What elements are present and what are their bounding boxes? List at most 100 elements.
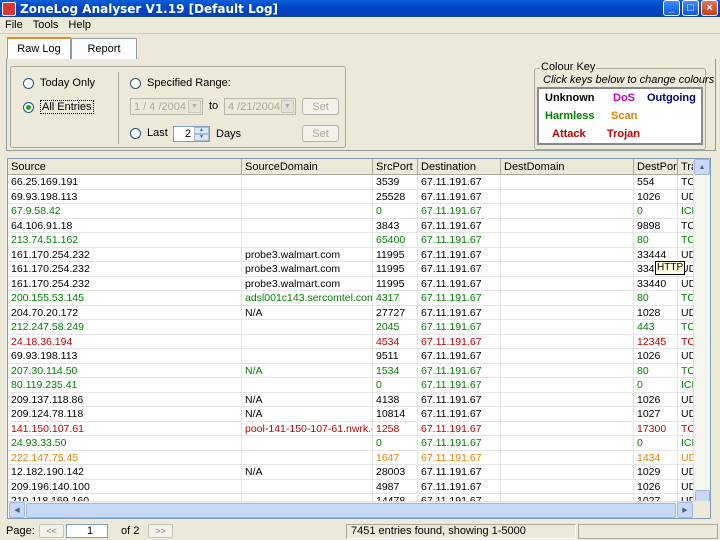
from-date-picker[interactable]: 1 / 4 /2004 ▼ [130, 98, 203, 115]
table-cell: UD [678, 189, 694, 203]
column-header-sourcedomain[interactable]: SourceDomain [242, 159, 373, 175]
minimize-button[interactable]: _ [663, 0, 680, 16]
table-row[interactable]: 64.106.91.18 3843 67.11.191.67 9898 TC [8, 218, 694, 233]
key-unknown[interactable]: Unknown [545, 92, 595, 104]
key-trojan[interactable]: Trojan [607, 128, 640, 140]
to-date-picker[interactable]: 4 /21/2004 ▼ [224, 98, 296, 115]
radio-dot[interactable] [130, 77, 141, 89]
table-cell: 67.11.191.67 [418, 247, 501, 261]
radio-specified-range-label: Specified Range: [147, 77, 231, 89]
key-harmless[interactable]: Harmless [545, 110, 595, 122]
table-cell: 27727 [373, 305, 418, 319]
horizontal-scroll-thumb[interactable] [26, 503, 676, 518]
vertical-scrollbar[interactable]: ▲ [693, 159, 710, 502]
table-row[interactable]: 213.74.51.162 65400 67.11.191.67 80 TC [8, 233, 694, 248]
table-row[interactable]: 12.182.190.142N/A2800367.11.191.67 1029UD [8, 465, 694, 480]
table-cell: 80 [634, 233, 678, 247]
table-row[interactable]: 141.150.107.61 pool-141-150-107-61.nwrk.e… [8, 421, 694, 436]
table-row[interactable]: 161.170.254.232 probe3.walmart.com 11995 67… [8, 247, 694, 262]
close-button[interactable]: × [701, 0, 718, 16]
chevron-down-icon[interactable]: ▼ [188, 100, 201, 113]
table-row[interactable]: 209.137.118.86N/A413867.11.191.67 1026UD [8, 392, 694, 407]
key-attack[interactable]: Attack [552, 128, 586, 140]
table-row[interactable]: 222.147.75.45 164767.11.191.67 1434UD [8, 450, 694, 465]
maximize-button[interactable]: □ [682, 0, 699, 16]
table-cell: 209.137.118.86 [8, 392, 242, 406]
column-header-destination[interactable]: Destination [418, 159, 501, 175]
table-cell: 1027 [634, 407, 678, 421]
table-row[interactable]: 67.9.58.42067.11.191.670ICN [8, 204, 694, 219]
table-row[interactable]: 66.25.169.191 3539 67.11.191.67 554 TC [8, 175, 694, 190]
table-cell: 12.182.190.142 [8, 465, 242, 479]
column-header-destdomain[interactable]: DestDomain [501, 159, 634, 175]
scroll-up-icon[interactable]: ▲ [694, 159, 710, 175]
table-cell: UD [678, 450, 694, 464]
radio-dot-selected[interactable] [23, 101, 34, 113]
scroll-left-icon[interactable]: ◀ [9, 502, 25, 518]
table-cell [242, 479, 373, 493]
table-cell: 67.11.191.67 [418, 204, 501, 218]
days-stepper[interactable]: 2 ▲ ▼ [173, 126, 210, 142]
menu-file[interactable]: File [0, 19, 28, 31]
radio-all-entries[interactable]: All Entries [23, 100, 94, 114]
tab-raw-log[interactable]: Raw Log [7, 37, 71, 59]
key-outgoing[interactable]: Outgoing [647, 92, 696, 104]
table-cell: 25528 [373, 189, 418, 203]
menu-help[interactable]: Help [63, 19, 96, 31]
table-row[interactable]: 212.247.58.249 2045 67.11.191.67 443 TC [8, 320, 694, 335]
set-days-button[interactable]: Set [302, 125, 339, 142]
table-row[interactable]: 204.70.20.172N/A2772767.11.191.67 1028UD [8, 305, 694, 320]
column-header-destport[interactable]: DestPort [634, 159, 678, 175]
scroll-right-icon[interactable]: ▶ [677, 502, 693, 518]
column-header-srcport[interactable]: SrcPort [373, 159, 418, 175]
table-row[interactable]: 69.93.198.113 2552867.11.191.67 1026UD [8, 189, 694, 204]
chevron-down-icon[interactable]: ▼ [281, 100, 294, 113]
table-cell: TC [678, 363, 694, 377]
table-row[interactable]: 161.170.254.232 probe3.walmart.com 11995 67… [8, 262, 694, 277]
table-cell [501, 378, 634, 392]
title-bar: ZoneLog Analyser V1.19 [Default Log] _ □… [0, 0, 720, 17]
next-page-button[interactable]: >> [148, 524, 173, 538]
table-cell [242, 334, 373, 348]
radio-last-days[interactable]: Last [130, 127, 168, 139]
set-range-button[interactable]: Set [302, 98, 339, 115]
table-cell: 3539 [373, 175, 418, 189]
column-header-source[interactable]: Source [8, 159, 242, 175]
table-cell: 67.11.191.67 [418, 378, 501, 392]
key-scan[interactable]: Scan [611, 110, 637, 122]
table-cell [501, 479, 634, 493]
table-cell [242, 204, 373, 218]
table-cell: 1029 [634, 465, 678, 479]
column-header-transport[interactable]: Tra [678, 159, 694, 175]
table-row[interactable]: 209.196.140.100 498767.11.191.67 1026UD [8, 479, 694, 494]
table-cell: 207.30.114.50 [8, 363, 242, 377]
radio-today-only[interactable]: Today Only [23, 77, 95, 89]
prev-page-button[interactable]: << [39, 524, 64, 538]
radio-dot[interactable] [23, 77, 34, 89]
table-cell: 209.124.78.118 [8, 407, 242, 421]
table-cell: TC [678, 218, 694, 232]
window-title: ZoneLog Analyser V1.19 [Default Log] [20, 1, 279, 16]
table-row[interactable]: 207.30.114.50 N/A 1534 67.11.191.67 80 TC [8, 363, 694, 378]
horizontal-scrollbar[interactable]: ◀ ▶ [8, 501, 694, 518]
table-cell: 67.11.191.67 [418, 392, 501, 406]
table-row[interactable]: 69.93.198.113 951167.11.191.67 1026UD [8, 349, 694, 364]
table-cell [501, 291, 634, 305]
table-row[interactable]: 24.18.36.194 4534 67.11.191.67 12345 TC [8, 334, 694, 349]
table-row[interactable]: 161.170.254.232 probe3.walmart.com 11995 67… [8, 276, 694, 291]
page-number-input[interactable]: 1 [66, 524, 108, 538]
spin-down-icon[interactable]: ▼ [194, 134, 209, 141]
table-cell: 443 [634, 320, 678, 334]
table-row[interactable]: 80.119.235.41067.11.191.670ICN [8, 378, 694, 393]
menu-tools[interactable]: Tools [28, 19, 64, 31]
spin-up-icon[interactable]: ▲ [194, 127, 209, 134]
tab-report[interactable]: Report [71, 38, 137, 59]
key-dos[interactable]: DoS [613, 92, 635, 104]
table-cell [501, 204, 634, 218]
table-row[interactable]: 24.93.33.50067.11.191.670ICN [8, 436, 694, 451]
table-row[interactable]: 209.124.78.118N/A1081467.11.191.67 1027UD [8, 407, 694, 422]
status-panel-empty [578, 524, 718, 539]
radio-dot[interactable] [130, 127, 141, 139]
table-row[interactable]: 200.155.53.145 adsl001c143.sercomtel.com.… [8, 291, 694, 306]
radio-specified-range[interactable]: Specified Range: [130, 77, 231, 89]
